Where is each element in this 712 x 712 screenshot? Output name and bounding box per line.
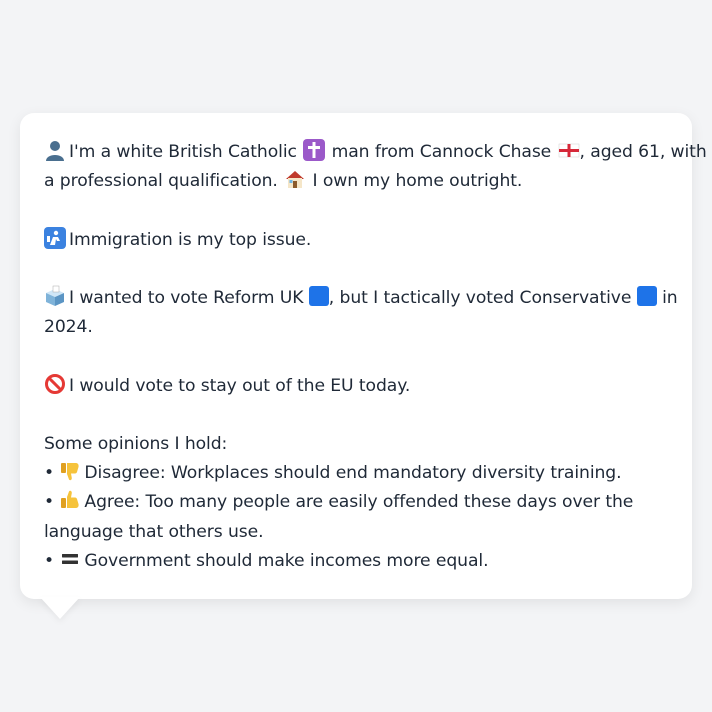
intro-text-1: I'm a white British Catholic [69, 142, 297, 162]
england-flag-icon [558, 143, 579, 158]
eu-text: I would vote to stay out of the EU today… [69, 375, 411, 396]
opinion-text-2a: Agree: Too many people are easily offend… [84, 492, 634, 513]
prohibited-icon [45, 373, 65, 394]
bullet: • [44, 550, 55, 571]
conservative-color-square [636, 285, 657, 306]
intro-line-1: I'm a white British Catholic man from Ca… [44, 138, 707, 167]
passport-control-icon [44, 226, 66, 249]
latin-cross-icon [303, 139, 326, 161]
person-silhouette-icon [46, 141, 64, 161]
opinion-item-3: • Government should make incomes more eq… [44, 547, 670, 576]
opinion-text-3: Government should make incomes more equa… [84, 550, 489, 571]
opinion-text-2b: language that others use. [44, 521, 264, 542]
thumbs-up-icon [61, 491, 80, 509]
equals-icon [62, 553, 79, 564]
issue-text: Immigration is my top issue. [69, 229, 312, 250]
intro-line-2: a professional qualification. I own my h… [44, 167, 670, 196]
opinion-text-1: Disagree: Workplaces should end mandator… [84, 463, 622, 484]
eu-line: I would vote to stay out of the EU today… [44, 372, 670, 401]
reform-uk-color-square [308, 285, 329, 306]
vote-line-2: 2024. [44, 313, 670, 342]
vote-line-1: I wanted to vote Reform UK , but I tacti… [44, 284, 678, 313]
opinion-item-2: • Agree: Too many people are easily offe… [44, 488, 670, 517]
bullet: • [44, 463, 55, 484]
persona-card: I'm a white British Catholic man from Ca… [20, 113, 707, 599]
vote-text-1: I wanted to vote Reform UK [69, 287, 304, 308]
opinion-item-2-cont: language that others use. [44, 518, 670, 547]
intro-text-5: I own my home outright. [312, 171, 523, 192]
opinions-heading: Some opinions I hold: [44, 433, 228, 454]
vote-text-3: in [662, 287, 678, 308]
issue-line: Immigration is my top issue. [44, 226, 670, 255]
thumbs-down-icon [61, 463, 80, 481]
intro-text-4: a professional qualification. [44, 171, 278, 192]
intro-text-2: man from Cannock Chase [331, 142, 552, 162]
ballot-box-icon [46, 285, 64, 306]
vote-text-4: 2024. [44, 317, 93, 338]
bullet: • [44, 492, 55, 513]
vote-text-2: , but I tactically voted Conservative [328, 287, 632, 308]
house-icon [286, 171, 305, 189]
opinion-item-1: • Disagree: Workplaces should end mandat… [44, 459, 670, 488]
intro-text-3: , aged 61, with [579, 142, 707, 162]
bubble-tail [40, 597, 80, 619]
